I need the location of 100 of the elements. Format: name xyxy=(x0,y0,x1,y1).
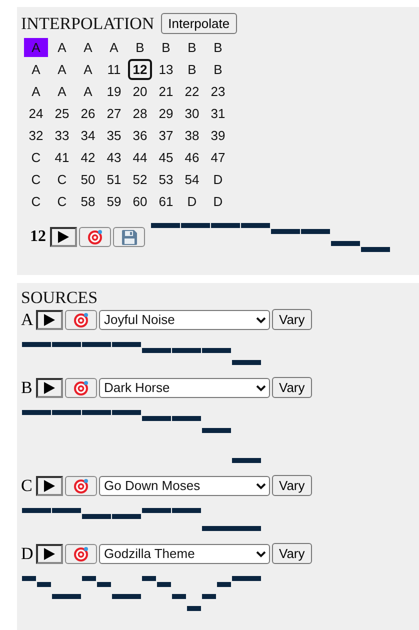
current-number: 12 xyxy=(30,228,46,246)
play-button[interactable] xyxy=(36,310,63,330)
grid-cell[interactable]: C xyxy=(52,168,72,190)
song-select[interactable]: Godzilla Theme xyxy=(99,544,270,564)
source-letter: B xyxy=(21,378,34,398)
grid-cell[interactable]: 12 xyxy=(128,58,152,80)
grid-cell[interactable]: 28 xyxy=(128,102,152,124)
play-button[interactable] xyxy=(50,227,77,247)
grid-cell[interactable]: A xyxy=(52,58,72,80)
vary-button[interactable]: Vary xyxy=(272,475,312,496)
grid-cell[interactable]: 23 xyxy=(206,80,230,102)
grid-cell[interactable]: B xyxy=(130,36,150,58)
play-button[interactable] xyxy=(36,476,63,496)
target-button[interactable] xyxy=(65,476,97,496)
grid-cell[interactable]: C xyxy=(26,168,46,190)
target-button[interactable] xyxy=(65,378,97,398)
grid-cell[interactable]: 47 xyxy=(206,146,230,168)
grid-cell[interactable]: 58 xyxy=(76,190,100,212)
target-button[interactable] xyxy=(79,227,111,247)
grid-cell[interactable]: 19 xyxy=(102,80,126,102)
grid-cell[interactable]: B xyxy=(182,58,202,80)
grid-cell[interactable]: 41 xyxy=(50,146,74,168)
grid-cell[interactable]: 59 xyxy=(102,190,126,212)
vary-button[interactable]: Vary xyxy=(272,543,312,564)
section-title: INTERPOLATION xyxy=(21,14,154,34)
grid-cell[interactable]: B xyxy=(208,36,228,58)
grid-cell[interactable]: 42 xyxy=(76,146,100,168)
grid-cell[interactable]: A xyxy=(26,58,46,80)
target-icon xyxy=(73,380,89,396)
grid-cell[interactable]: 31 xyxy=(206,102,230,124)
source-letter: A xyxy=(21,310,34,330)
grid-cell[interactable]: 27 xyxy=(102,102,126,124)
grid-cell[interactable]: 54 xyxy=(180,168,204,190)
grid-cell[interactable]: B xyxy=(156,36,176,58)
target-icon xyxy=(87,229,103,245)
grid-cell[interactable]: 50 xyxy=(76,168,100,190)
grid-cell[interactable]: 21 xyxy=(154,80,178,102)
grid-cell[interactable]: A xyxy=(52,80,72,102)
grid-cell[interactable]: 60 xyxy=(128,190,152,212)
grid-cell[interactable]: C xyxy=(26,146,46,168)
play-icon xyxy=(44,548,55,560)
grid-cell[interactable]: 43 xyxy=(102,146,126,168)
grid-cell[interactable]: A xyxy=(78,80,98,102)
grid-cell[interactable]: B xyxy=(182,36,202,58)
grid-cell[interactable]: 30 xyxy=(180,102,204,124)
grid-cell[interactable]: 53 xyxy=(154,168,178,190)
grid-cell[interactable]: 33 xyxy=(50,124,74,146)
grid-cell[interactable]: 52 xyxy=(128,168,152,190)
source-letter: D xyxy=(21,544,34,564)
grid-cell[interactable]: 45 xyxy=(154,146,178,168)
grid-cell[interactable]: 20 xyxy=(128,80,152,102)
target-icon xyxy=(73,546,89,562)
grid-cell[interactable]: D xyxy=(182,190,202,212)
grid-cell[interactable]: A xyxy=(26,80,46,102)
grid-cell[interactable]: D xyxy=(208,168,228,190)
grid-cell[interactable]: 29 xyxy=(154,102,178,124)
play-button[interactable] xyxy=(36,544,63,564)
interpolate-button[interactable]: Interpolate xyxy=(161,13,237,34)
grid-cell[interactable]: B xyxy=(208,58,228,80)
vary-button[interactable]: Vary xyxy=(272,377,312,398)
target-button[interactable] xyxy=(65,310,97,330)
grid-cell[interactable]: A xyxy=(104,36,124,58)
grid-cell[interactable]: D xyxy=(208,190,228,212)
grid-cell[interactable]: 38 xyxy=(180,124,204,146)
target-icon xyxy=(73,312,89,328)
play-icon xyxy=(44,382,55,394)
grid-cell[interactable]: 61 xyxy=(154,190,178,212)
grid-cell[interactable]: 51 xyxy=(102,168,126,190)
grid-cell[interactable]: A xyxy=(78,36,98,58)
grid-cell[interactable]: 36 xyxy=(128,124,152,146)
song-select[interactable]: Go Down Moses xyxy=(99,476,270,496)
source-letter: C xyxy=(21,476,34,496)
grid-cell[interactable]: 13 xyxy=(154,58,178,80)
play-button[interactable] xyxy=(36,378,63,398)
vary-button[interactable]: Vary xyxy=(272,309,312,330)
grid-cell[interactable]: C xyxy=(52,190,72,212)
song-select[interactable]: Joyful Noise xyxy=(99,310,270,330)
grid-cell[interactable]: 22 xyxy=(180,80,204,102)
grid-cell[interactable]: 37 xyxy=(154,124,178,146)
grid-cell[interactable]: 25 xyxy=(50,102,74,124)
grid-cell[interactable]: C xyxy=(26,190,46,212)
grid-cell[interactable]: 24 xyxy=(24,102,48,124)
grid-cell[interactable]: 32 xyxy=(24,124,48,146)
song-select[interactable]: Dark Horse xyxy=(99,378,270,398)
save-button[interactable] xyxy=(113,227,145,247)
grid-cell[interactable]: 44 xyxy=(128,146,152,168)
save-icon xyxy=(122,230,136,244)
play-icon xyxy=(44,480,55,492)
section-title: SOURCES xyxy=(21,288,99,308)
grid-cell[interactable]: 26 xyxy=(76,102,100,124)
grid-cell[interactable]: 11 xyxy=(102,58,126,80)
grid-cell[interactable]: A xyxy=(52,36,72,58)
grid-cell[interactable]: 34 xyxy=(76,124,100,146)
grid-cell[interactable]: 39 xyxy=(206,124,230,146)
grid-cell[interactable]: 46 xyxy=(180,146,204,168)
grid-cell[interactable]: 35 xyxy=(102,124,126,146)
play-icon xyxy=(58,231,69,243)
play-icon xyxy=(44,314,55,326)
target-button[interactable] xyxy=(65,544,97,564)
grid-cell[interactable]: A xyxy=(78,58,98,80)
